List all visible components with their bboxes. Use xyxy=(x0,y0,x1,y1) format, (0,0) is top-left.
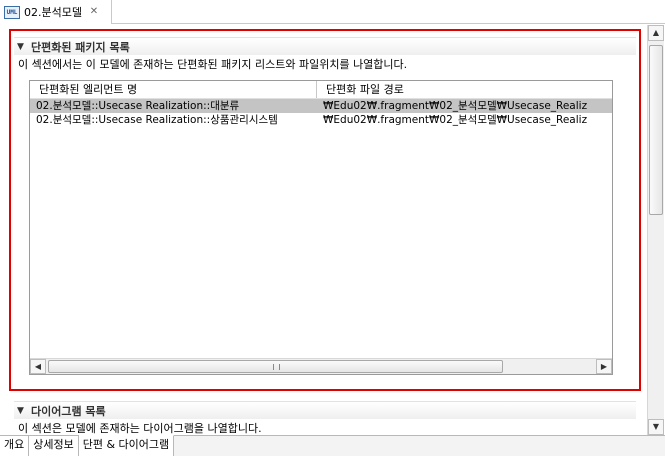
section-description: 이 섹션은 모델에 존재하는 다이어그램을 나열합니다. xyxy=(18,422,262,435)
section-description: 이 섹션에서는 이 모델에 존재하는 단편화된 패키지 리스트와 파일위치를 나… xyxy=(18,58,408,71)
table-row[interactable]: 02.분석모델::Usecase Realization::상품관리시스템 ₩E… xyxy=(30,113,612,127)
tab-fragments-diagrams[interactable]: 단편 & 다이어그램 xyxy=(78,435,175,456)
scroll-left-icon[interactable]: ◀ xyxy=(30,359,46,374)
fragment-table: 단편화된 엘리먼트 명 단편화 파일 경로 02.분석모델::Usecase R… xyxy=(29,80,613,375)
page-tabs: 개요 상세정보 단편 & 다이어그램 xyxy=(0,435,665,456)
tab-details[interactable]: 상세정보 xyxy=(29,436,79,456)
editor-tab-title: 02.분석모델 xyxy=(24,6,82,19)
column-header-element-name[interactable]: 단편화된 엘리먼트 명 xyxy=(30,81,318,98)
editor-content: ▼ 단편화된 패키지 목록 이 섹션에서는 이 모델에 존재하는 단편화된 패키… xyxy=(0,25,647,435)
element-name-cell: 02.분석모델::Usecase Realization::대분류 xyxy=(36,100,240,112)
file-path-cell: ₩Edu02₩.fragment₩02_분석모델₩Usecase_Realiz xyxy=(323,114,588,126)
collapse-triangle-icon[interactable]: ▼ xyxy=(17,406,31,416)
section-title: 다이어그램 목록 xyxy=(31,404,106,418)
scrollbar-thumb[interactable] xyxy=(649,45,663,215)
close-icon[interactable]: ✕ xyxy=(88,6,100,18)
tab-overview[interactable]: 개요 xyxy=(0,436,30,456)
section-header[interactable]: ▼ 단편화된 패키지 목록 xyxy=(14,37,636,55)
tab-bar-filler xyxy=(174,436,665,456)
scroll-right-icon[interactable]: ▶ xyxy=(596,359,612,374)
editor-tab-bar: UML 02.분석모델 ✕ xyxy=(0,0,665,24)
collapse-triangle-icon[interactable]: ▼ xyxy=(17,42,31,52)
section-title: 단편화된 패키지 목록 xyxy=(31,40,130,54)
section-fragmented-packages: ▼ 단편화된 패키지 목록 이 섹션에서는 이 모델에 존재하는 단편화된 패키… xyxy=(14,37,636,72)
column-header-file-path[interactable]: 단편화 파일 경로 xyxy=(317,81,612,98)
editor-tab[interactable]: UML 02.분석모델 ✕ xyxy=(0,0,112,24)
horizontal-scrollbar[interactable]: ◀ ▶ xyxy=(30,358,612,374)
grip-icon xyxy=(272,364,280,370)
section-diagrams: ▼ 다이어그램 목록 이 섹션은 모델에 존재하는 다이어그램을 나열합니다. xyxy=(14,401,636,435)
table-row[interactable]: 02.분석모델::Usecase Realization::대분류 ₩Edu02… xyxy=(30,99,612,113)
table-header: 단편화된 엘리먼트 명 단편화 파일 경로 xyxy=(30,81,612,99)
vertical-scrollbar[interactable]: ▲ ▼ xyxy=(647,25,664,435)
file-path-cell: ₩Edu02₩.fragment₩02_분석모델₩Usecase_Realiz xyxy=(323,100,588,112)
section-header[interactable]: ▼ 다이어그램 목록 xyxy=(14,401,636,419)
scroll-down-icon[interactable]: ▼ xyxy=(648,419,664,435)
scrollbar-thumb[interactable] xyxy=(48,360,503,373)
scrollbar-track[interactable] xyxy=(46,359,596,374)
element-name-cell: 02.분석모델::Usecase Realization::상품관리시스템 xyxy=(36,114,278,126)
diagram-file-icon: UML xyxy=(4,5,20,19)
scroll-up-icon[interactable]: ▲ xyxy=(648,25,664,41)
